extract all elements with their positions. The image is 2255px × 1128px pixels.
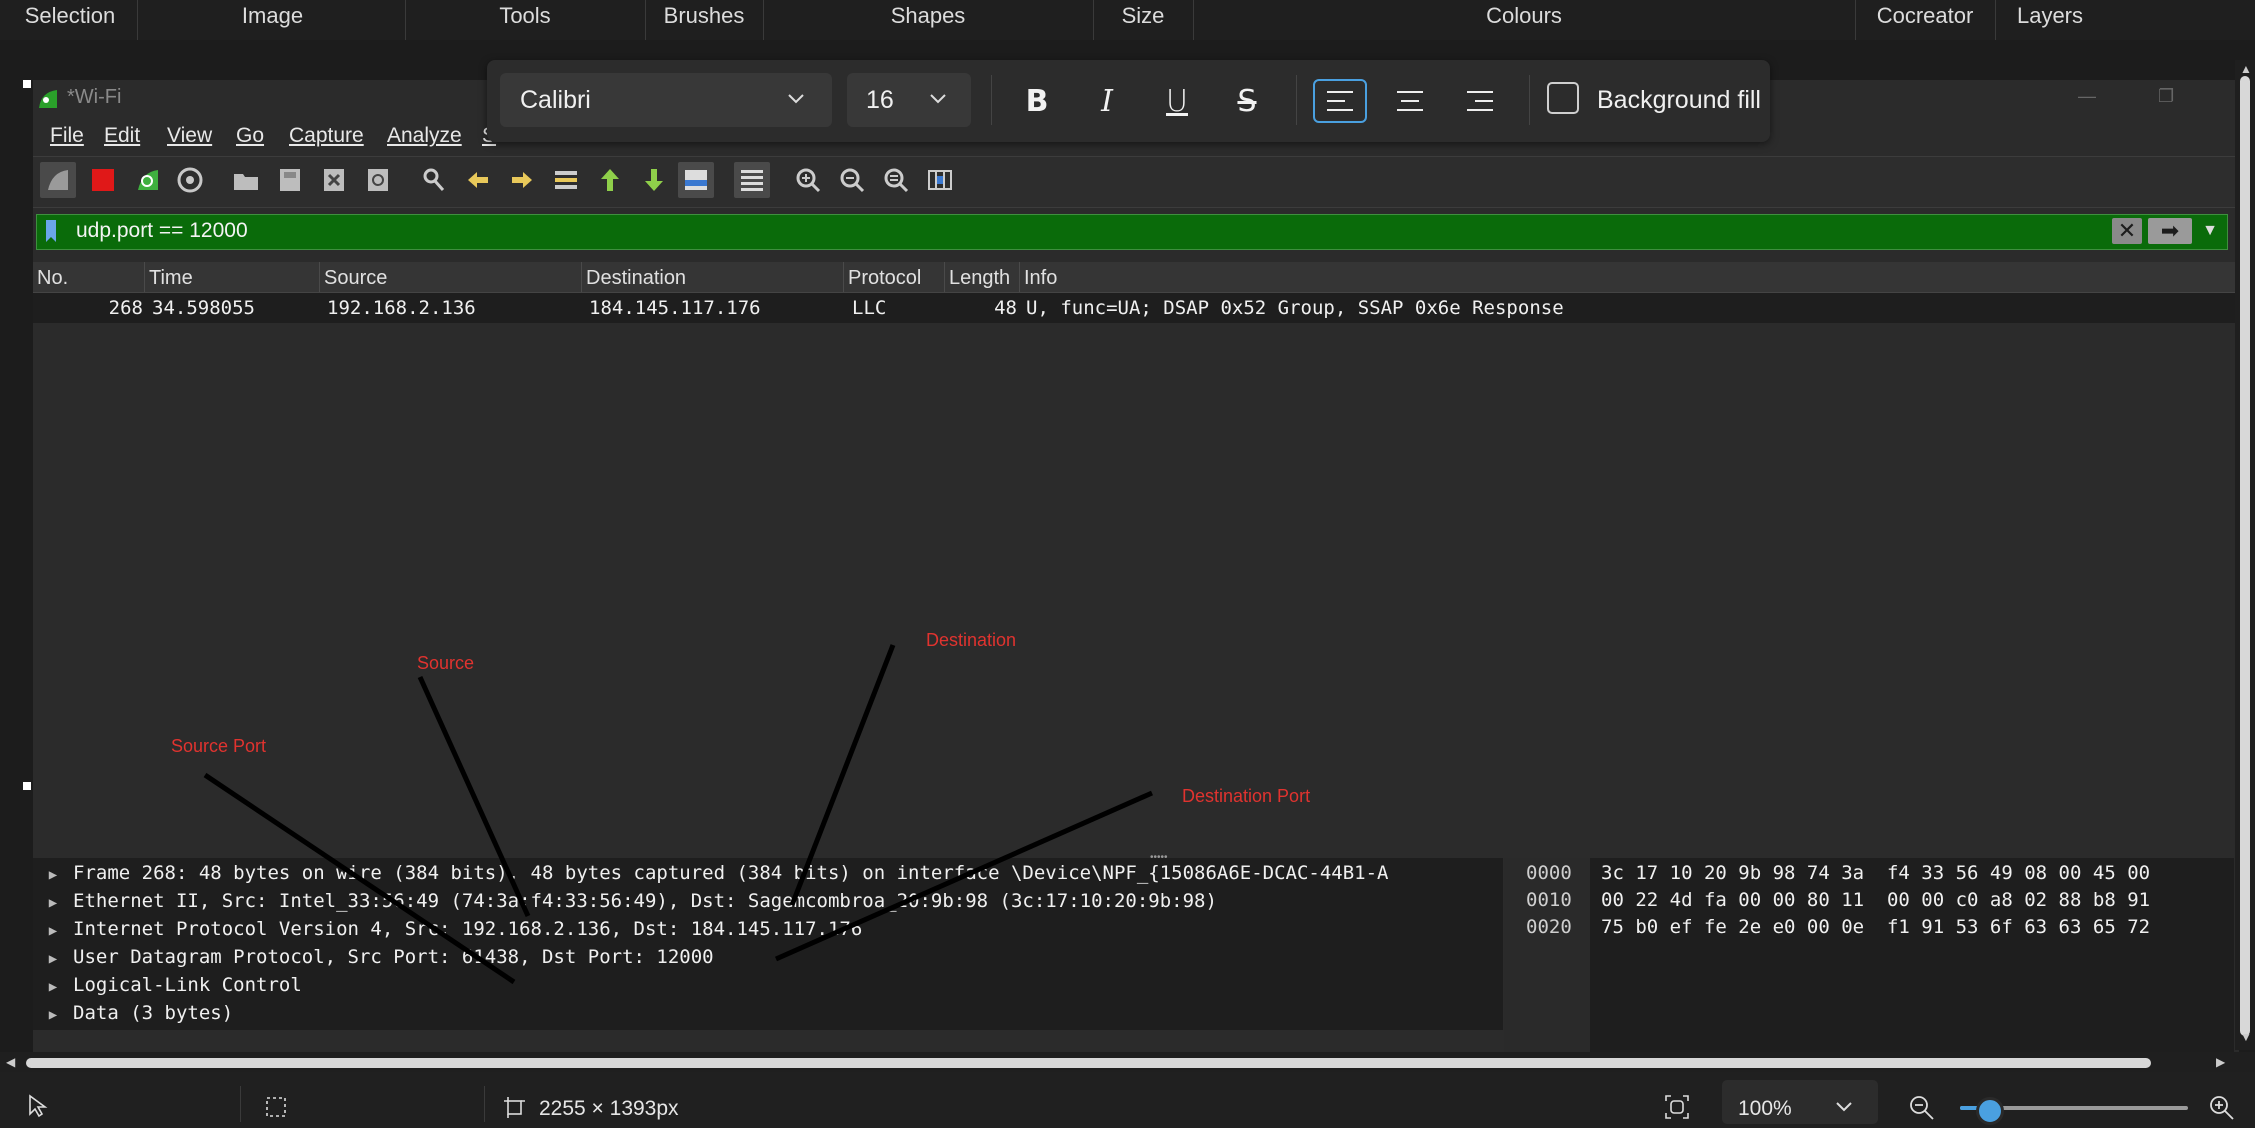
chevron-down-icon — [930, 94, 946, 104]
align-right-button[interactable] — [1453, 79, 1507, 123]
destination-port-line — [774, 790, 1154, 962]
scroll-right-icon[interactable]: ▶ — [2216, 1055, 2225, 1069]
canvas-size-text: 2255 × 1393px — [539, 1097, 679, 1120]
align-left-icon — [1327, 91, 1353, 111]
cursor-icon — [29, 1094, 48, 1118]
toolbar-separator — [1296, 75, 1297, 125]
annotation-destination: Destination — [926, 630, 1017, 650]
source-port-line — [203, 772, 516, 985]
toolbar-separator — [1529, 75, 1530, 125]
scroll-down-icon[interactable]: ▼ — [2240, 1030, 2252, 1044]
destination-line — [789, 644, 896, 906]
horizontal-scroll-thumb[interactable] — [26, 1058, 2151, 1068]
underline-button[interactable]: U — [1150, 79, 1204, 123]
italic-button[interactable]: I — [1080, 79, 1134, 123]
scroll-left-icon[interactable]: ◀ — [6, 1055, 15, 1069]
zoom-out-icon[interactable] — [1908, 1094, 1936, 1122]
zoom-slider-thumb[interactable] — [1976, 1097, 2004, 1125]
toolbar-separator — [991, 75, 992, 125]
source-line — [417, 675, 531, 918]
strikethrough-button[interactable]: S — [1220, 79, 1274, 123]
annotation-source: Source — [417, 653, 475, 673]
zoom-value: 100% — [1738, 1097, 1792, 1120]
chevron-down-icon — [1836, 1102, 1852, 1112]
annotation-lines — [203, 644, 1154, 985]
annotation-destination-port: Destination Port — [1182, 786, 1311, 806]
chevron-down-icon — [788, 94, 804, 104]
vertical-scroll-thumb[interactable] — [2240, 76, 2250, 1036]
align-center-button[interactable] — [1383, 79, 1437, 123]
align-right-icon — [1467, 91, 1493, 111]
annotation-source-port: Source Port — [171, 736, 267, 756]
font-size-value: 16 — [866, 86, 894, 114]
fit-to-window-icon[interactable] — [1664, 1094, 1690, 1120]
align-center-icon — [1397, 91, 1423, 111]
selection-size-icon — [266, 1097, 286, 1117]
status-divider — [484, 1086, 485, 1122]
bold-button[interactable]: B — [1010, 79, 1064, 123]
scroll-up-icon[interactable]: ▲ — [2240, 62, 2252, 76]
status-divider — [240, 1086, 241, 1122]
canvas-size-icon — [504, 1097, 525, 1118]
background-fill-checkbox[interactable] — [1547, 82, 1579, 114]
zoom-in-icon[interactable] — [2208, 1094, 2236, 1122]
font-family-value: Calibri — [520, 86, 591, 114]
background-fill-label: Background fill — [1597, 86, 1761, 114]
align-left-button[interactable] — [1313, 79, 1367, 123]
